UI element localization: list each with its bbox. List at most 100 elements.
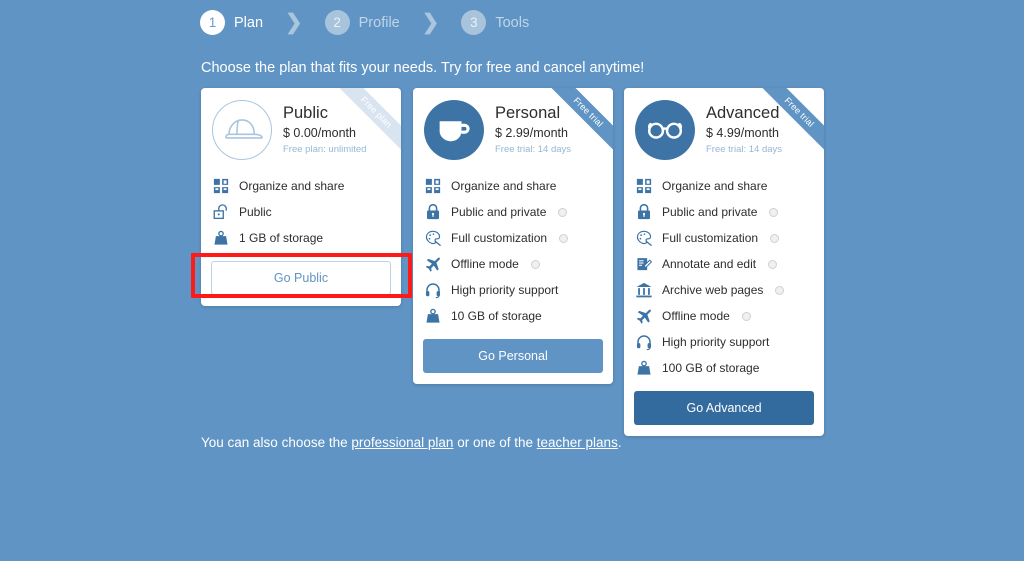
info-icon[interactable] [559,233,569,243]
plan-cta-wrap: Go Personal [413,335,613,384]
feature-label: Public and private [451,205,547,219]
feature-row: Public and private [624,199,824,225]
feature-row: Annotate and edit [624,251,824,277]
info-icon[interactable] [770,233,780,243]
weight-icon [635,359,653,377]
feature-label: High priority support [451,283,559,297]
plan-card-advanced: Free trial Advanced $ 4.99/month Free trial… [624,88,824,436]
cap-icon [212,100,272,160]
grid-icon [424,177,442,195]
feature-row: Offline mode [413,251,613,277]
feature-row: Full customization [413,225,613,251]
weight-icon [424,307,442,325]
info-icon[interactable] [775,285,785,295]
feature-label: Organize and share [239,179,345,193]
go-advanced-button[interactable]: Go Advanced [634,391,814,425]
feature-row: High priority support [413,277,613,303]
feature-label: Organize and share [451,179,557,193]
plan-price: $ 0.00/month [283,126,356,140]
plan-price: $ 4.99/month [706,126,779,140]
teacher-plans-link[interactable]: teacher plans [537,435,618,450]
airplane-icon [424,255,442,273]
feature-label: Public and private [662,205,758,219]
plan-cta-wrap: Go Public [201,257,401,306]
notepad-icon [635,255,653,273]
plan-cta-wrap: Go Advanced [624,387,824,436]
professional-plan-link[interactable]: professional plan [351,435,453,450]
page-subtitle: Choose the plan that fits your needs. Tr… [201,60,645,76]
footer-text: You can also choose the professional pla… [201,435,622,450]
plan-card-public: Free plan Public $ 0.00/month Free plan: un… [201,88,401,306]
feature-label: 10 GB of storage [451,309,542,323]
bank-icon [635,281,653,299]
plan-name: Advanced [706,104,780,122]
step-number-badge: 1 [200,10,225,35]
plan-name: Personal [495,104,561,122]
plan-header: Advanced $ 4.99/month Free trial: 14 days [624,88,824,170]
footer-middle: or one of the [453,435,537,450]
plan-note: Free plan: unlimited [283,144,367,155]
grid-icon [635,177,653,195]
feature-label: Offline mode [662,309,730,323]
feature-label: Full customization [451,231,548,245]
feature-row: 100 GB of storage [624,355,824,381]
feature-label: Offline mode [451,257,519,271]
feature-row: Full customization [624,225,824,251]
plan-name: Public [283,104,328,122]
wizard-step-profile[interactable]: 2 Profile [324,10,400,35]
wizard-steps: 1 Plan ❯ 2 Profile ❯ 3 Tools [200,10,529,35]
wizard-step-plan[interactable]: 1 Plan [200,10,263,35]
feature-label: Annotate and edit [662,257,757,271]
plan-features: Organize and share Public and private Full… [624,170,824,387]
step-number-badge: 3 [461,10,487,35]
lock-icon [635,203,653,221]
chevron-right-icon: ❯ [285,11,303,34]
plan-features: Organize and share Public 1 GB of storage [201,170,401,257]
wizard-step-tools[interactable]: 3 Tools [461,10,529,35]
feature-row: Public [201,199,401,225]
info-icon[interactable] [768,259,778,269]
unlock-icon [212,203,230,221]
feature-label: Archive web pages [662,283,764,297]
step-label: Plan [234,14,264,31]
grid-icon [212,177,230,195]
footer-prefix: You can also choose the [201,435,352,450]
info-icon[interactable] [558,207,568,217]
go-personal-button[interactable]: Go Personal [423,339,603,373]
step-number-badge: 2 [324,10,350,35]
feature-row: Organize and share [201,173,401,199]
palette-icon [424,229,442,247]
weight-icon [212,229,230,247]
plan-header: Public $ 0.00/month Free plan: unlimited [201,88,401,170]
feature-label: Organize and share [662,179,768,193]
feature-row: Archive web pages [624,277,824,303]
step-label: Profile [358,14,400,31]
feature-label: 1 GB of storage [239,231,324,245]
info-icon[interactable] [741,311,751,321]
palette-icon [635,229,653,247]
feature-row: Organize and share [624,173,824,199]
feature-label: Public [239,205,272,219]
headset-icon [424,281,442,299]
plan-note: Free trial: 14 days [495,144,572,155]
airplane-icon [635,307,653,325]
glasses-icon [635,100,695,160]
feature-row: High priority support [624,329,824,355]
footer-suffix: . [617,435,622,450]
feature-row: 1 GB of storage [201,225,401,251]
plan-selection-page: 1 Plan ❯ 2 Profile ❯ 3 Tools Choose the plan th… [0,0,1024,561]
go-public-button[interactable]: Go Public [211,261,391,295]
feature-label: 100 GB of storage [662,361,760,375]
info-icon[interactable] [530,259,540,269]
plan-features: Organize and share Public and private Full… [413,170,613,335]
feature-row: Organize and share [413,173,613,199]
cup-icon [424,100,484,160]
chevron-right-icon: ❯ [421,11,440,34]
info-icon[interactable] [769,207,779,217]
feature-label: Full customization [662,231,759,245]
feature-row: Public and private [413,199,613,225]
step-label: Tools [495,14,530,31]
plan-price: $ 2.99/month [495,126,568,140]
plan-note: Free trial: 14 days [706,144,783,155]
lock-icon [424,203,442,221]
